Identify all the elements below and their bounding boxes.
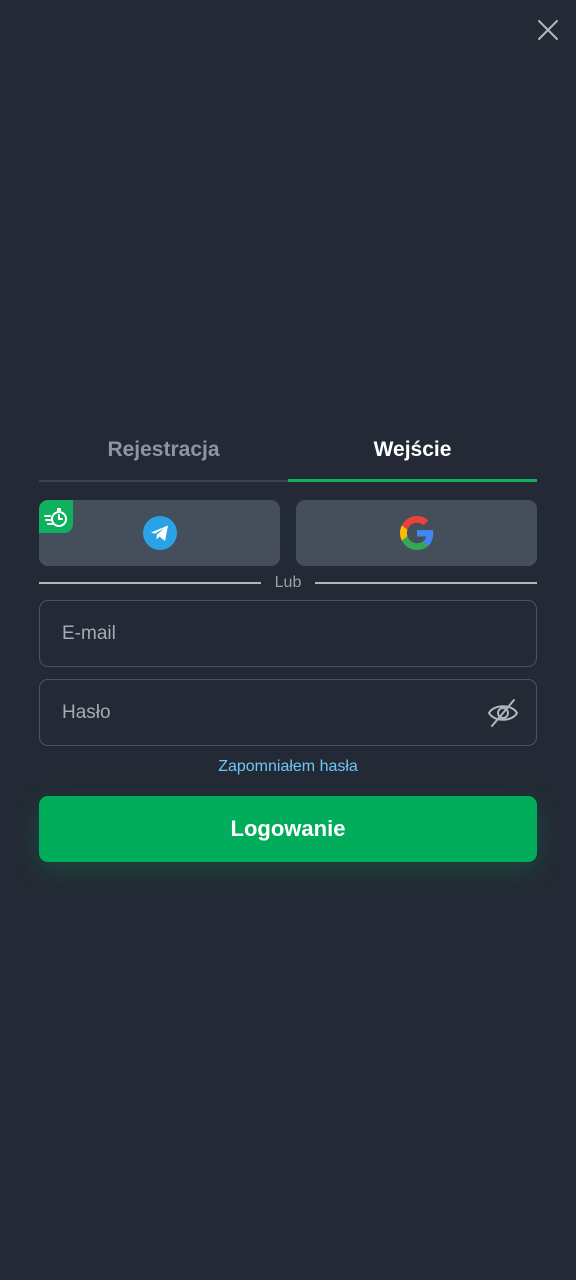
tab-registration-label: Rejestracja xyxy=(107,438,220,461)
or-divider: Lub xyxy=(39,572,538,594)
auth-tabs: Rejestracja Wejście xyxy=(39,420,537,482)
password-input[interactable] xyxy=(39,679,537,746)
divider-text: Lub xyxy=(274,574,302,591)
telegram-login-button[interactable] xyxy=(39,500,280,566)
google-login-button[interactable] xyxy=(296,500,537,566)
close-icon xyxy=(538,20,558,40)
password-visibility-toggle[interactable] xyxy=(484,695,522,731)
divider-line-left xyxy=(39,582,261,584)
divider-line-right xyxy=(315,582,538,584)
tab-registration[interactable]: Rejestracja xyxy=(39,420,288,480)
tab-login[interactable]: Wejście xyxy=(288,420,537,482)
eye-off-icon xyxy=(487,699,519,727)
close-button[interactable] xyxy=(532,14,564,46)
email-input[interactable] xyxy=(39,600,537,667)
telegram-icon xyxy=(142,516,177,550)
forgot-password-link[interactable]: Zapomniałem hasła xyxy=(0,758,576,776)
fast-login-badge xyxy=(39,500,73,533)
tab-login-label: Wejście xyxy=(373,438,452,461)
google-icon xyxy=(399,516,433,550)
fast-login-stopwatch-icon xyxy=(44,507,67,527)
login-button[interactable]: Logowanie xyxy=(39,796,537,862)
